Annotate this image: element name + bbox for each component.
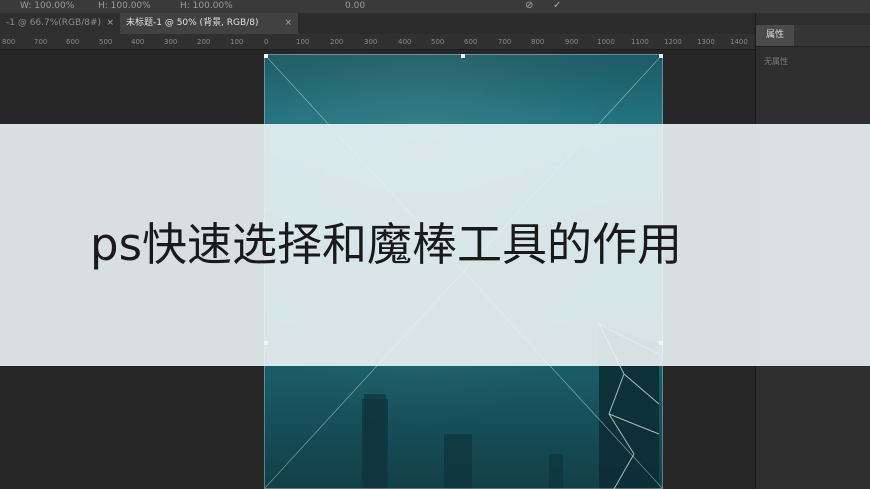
ruler-tick: 900 — [565, 38, 579, 46]
ruler-tick: 600 — [66, 38, 80, 46]
horizontal-ruler[interactable]: 800 700 600 500 400 300 200 100 0 100 20… — [0, 34, 755, 50]
tower-building — [362, 399, 388, 489]
option-width-field[interactable]: W: 100.00% — [20, 0, 80, 13]
commit-transform-icon[interactable]: ✓ — [553, 0, 561, 12]
properties-panel-header: 属性 — [756, 25, 870, 47]
ruler-tick: 400 — [398, 38, 412, 46]
ruler-tick: 1000 — [597, 38, 615, 46]
ruler-tick: 0 — [264, 38, 269, 46]
ruler-tick: 1300 — [697, 38, 715, 46]
ruler-tick: 800 — [2, 38, 16, 46]
ruler-tick: 300 — [364, 38, 378, 46]
no-properties-text: 无属性 — [764, 57, 788, 66]
options-bar: W: 100.00% H: 100.00% H: 100.00% 0.00 ⊘ … — [0, 0, 870, 14]
option-h-field[interactable]: H: 100.00% — [180, 0, 240, 13]
properties-tab[interactable]: 属性 — [756, 25, 794, 46]
ruler-tick: 100 — [296, 38, 310, 46]
cancel-transform-icon[interactable]: ⊘ — [525, 0, 533, 12]
close-icon[interactable]: × — [284, 13, 292, 34]
ruler-tick: 500 — [99, 38, 113, 46]
ruler-tick: 200 — [330, 38, 344, 46]
option-angle-field[interactable]: 0.00 — [345, 0, 385, 13]
option-height-field[interactable]: H: 100.00% — [98, 0, 158, 13]
ruler-tick: 200 — [197, 38, 211, 46]
close-icon[interactable]: × — [106, 13, 114, 34]
ruler-tick: 1200 — [664, 38, 682, 46]
document-tab-active[interactable]: 未标题-1 @ 50% (背景, RGB/8) × — [120, 13, 298, 34]
document-tab-bar: -1 @ 66.7%(RGB/8#) × 未标题-1 @ 50% (背景, RG… — [0, 13, 755, 34]
document-tab-label: 未标题-1 @ 50% (背景, RGB/8) — [126, 18, 259, 28]
ruler-tick: 600 — [464, 38, 478, 46]
article-title: ps快速选择和魔棒工具的作用 — [90, 218, 683, 271]
ruler-tick: 800 — [531, 38, 545, 46]
ruler-tick: 300 — [164, 38, 178, 46]
ruler-tick: 100 — [230, 38, 244, 46]
ruler-tick: 1400 — [730, 38, 748, 46]
document-tab-inactive[interactable]: -1 @ 66.7%(RGB/8#) × — [0, 13, 121, 34]
document-tab-label: -1 @ 66.7%(RGB/8#) — [6, 18, 102, 28]
ruler-tick: 700 — [498, 38, 512, 46]
ruler-tick: 400 — [131, 38, 145, 46]
ruler-tick: 500 — [431, 38, 445, 46]
ruler-tick: 700 — [34, 38, 48, 46]
ruler-tick: 1100 — [631, 38, 649, 46]
